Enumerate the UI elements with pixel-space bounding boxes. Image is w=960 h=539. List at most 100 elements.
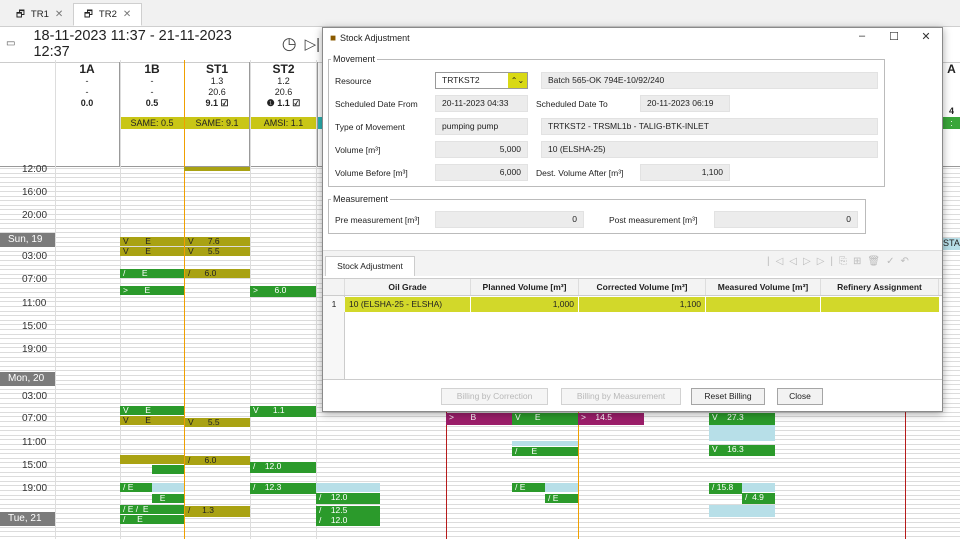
gantt-bar[interactable]: > B	[446, 413, 512, 425]
app-icon: ■	[330, 32, 337, 44]
cell-refinery[interactable]	[821, 297, 939, 312]
gantt-bar[interactable]	[316, 483, 380, 492]
gantt-bar[interactable]: / E / E	[120, 505, 184, 514]
maximize-button[interactable]: ☐	[879, 30, 909, 46]
gantt-bar[interactable]: V 5.5	[185, 418, 250, 427]
gantt-bar[interactable]: / E	[120, 269, 184, 278]
gantt-bar[interactable]	[184, 167, 250, 171]
volume-field[interactable]: 5,000	[435, 141, 528, 158]
column-header[interactable]: Refinery Assignment	[821, 279, 939, 295]
gantt-bar[interactable]	[120, 455, 184, 464]
gantt-bar[interactable]: V E	[120, 237, 184, 246]
calendar-icon[interactable]: ▭	[6, 38, 15, 49]
cell-planned[interactable]: 1,000	[471, 297, 579, 312]
billing-by-correction-button[interactable]: Billing by Correction	[441, 388, 548, 405]
gantt-bar[interactable]: V E	[120, 247, 184, 256]
sched-from-field[interactable]: 20-11-2023 04:33	[435, 95, 528, 112]
cell-grade[interactable]: 10 (ELSHA-25 - ELSHA)	[345, 297, 471, 312]
gantt-bar[interactable]: V 1.1	[250, 406, 316, 417]
vol-before-field[interactable]: 6,000	[435, 164, 528, 181]
cell-measured[interactable]	[706, 297, 821, 312]
gantt-bar[interactable]: V E	[120, 406, 184, 415]
add-icon[interactable]: ⊞	[853, 256, 867, 267]
clock-icon[interactable]: ◷	[282, 34, 297, 54]
gantt-bar[interactable]: / E	[512, 447, 578, 456]
gantt-bar[interactable]	[512, 441, 578, 446]
gantt-bar[interactable]: V 7.6	[185, 237, 250, 246]
post-measurement-field[interactable]: 0	[714, 211, 858, 228]
gantt-bar[interactable]: V E	[120, 416, 184, 425]
gantt-bar[interactable]: V 5.5	[185, 247, 250, 256]
gantt-bar[interactable]: > 14.5	[578, 413, 644, 425]
dest-after-field[interactable]: 1,100	[640, 164, 730, 181]
resource-combo[interactable]: TRTKST2 ⌃⌄	[435, 72, 528, 89]
type-field[interactable]: pumping pump	[435, 118, 528, 135]
chevron-down-icon[interactable]: ⌃⌄	[508, 73, 527, 88]
close-icon[interactable]: ✕	[123, 9, 131, 20]
toolbar-icons[interactable]: |◁◁▷▷|⎘⊞🗑✓↶	[767, 256, 915, 267]
gantt-bar[interactable]: / 12.0	[316, 493, 380, 504]
sta-bar[interactable]: STA	[943, 238, 960, 250]
column-code: ST1	[205, 62, 228, 76]
column-header[interactable]: Measured Volume [m³]	[706, 279, 821, 295]
status-badge: : 0.4	[943, 117, 960, 129]
column-1b[interactable]: 1B - - 0.5 SAME: 0.5	[120, 62, 185, 166]
column-right[interactable]: A 4 : 0.4	[943, 62, 960, 166]
gantt-bar[interactable]: / E	[512, 483, 545, 492]
gantt-bar[interactable]: / E	[545, 494, 578, 503]
sched-to-field[interactable]: 20-11-2023 06:19	[640, 95, 730, 112]
gantt-bar[interactable]: / 12.5	[316, 506, 380, 516]
field-label: Type of Movement	[335, 122, 405, 132]
cell-corrected[interactable]: 1,100	[579, 297, 706, 312]
tab-tr1[interactable]: 🗗 TR1 ✕	[6, 3, 73, 26]
first-icon[interactable]: |◁	[767, 256, 789, 267]
check-icon[interactable]: ✓	[886, 256, 900, 267]
gantt-bar[interactable]	[709, 505, 775, 517]
prev-icon[interactable]: ◁	[789, 256, 803, 267]
last-icon[interactable]: ▷|	[817, 256, 839, 267]
minimize-button[interactable]: –	[847, 30, 877, 46]
gantt-bar[interactable]: / 1.3	[185, 506, 250, 517]
gantt-bar[interactable]: / 6.0	[185, 269, 250, 278]
gantt-bar[interactable]: V 16.3	[709, 445, 775, 456]
skip-end-icon[interactable]: ▷|	[305, 35, 320, 53]
gantt-bar[interactable]: / 12.3	[250, 483, 316, 494]
copy-icon[interactable]: ⎘	[839, 256, 853, 267]
tab-stock-adjustment[interactable]: Stock Adjustment	[325, 256, 415, 276]
gantt-bar[interactable]: > E	[120, 286, 184, 295]
gantt-bar[interactable]: / 4.9	[742, 493, 775, 504]
column-st1[interactable]: ST1 1.3 20.6 9.1 ☑ SAME: 9.1	[185, 62, 250, 166]
gantt-bar[interactable]	[545, 483, 578, 492]
undo-icon[interactable]: ↶	[900, 256, 914, 267]
gantt-bar[interactable]: > 6.0	[250, 286, 316, 297]
gantt-bar[interactable]: / 12.0	[316, 516, 380, 526]
close-icon[interactable]: ✕	[55, 9, 63, 20]
gantt-bar[interactable]: V 27.3	[709, 413, 775, 425]
gantt-bar[interactable]: V E	[512, 413, 578, 425]
gantt-bar[interactable]: / 15.8	[709, 483, 742, 494]
gantt-bar[interactable]	[709, 425, 775, 441]
gantt-bar[interactable]	[152, 465, 184, 474]
close-dialog-button[interactable]: Close	[777, 388, 823, 405]
gantt-bar[interactable]: E	[152, 494, 184, 503]
delete-icon[interactable]: 🗑	[867, 256, 886, 267]
column-st2[interactable]: ST2 1.2 20.6 ❶ 1.1 ☑ AMSI: 1.1	[250, 62, 318, 166]
billing-by-measurement-button[interactable]: Billing by Measurement	[561, 388, 681, 405]
reset-billing-button[interactable]: Reset Billing	[691, 388, 765, 405]
column-header[interactable]: Oil Grade	[345, 279, 471, 295]
gantt-bar[interactable]	[152, 483, 184, 492]
gantt-bar[interactable]	[742, 483, 775, 492]
column-1a[interactable]: 1A - - 0.0	[55, 62, 120, 166]
next-icon[interactable]: ▷	[803, 256, 817, 267]
gantt-bar[interactable]: / 6.0	[185, 456, 250, 465]
hour-label: 15:00	[22, 460, 48, 471]
gantt-bar[interactable]: / E	[120, 483, 152, 492]
tab-tr2[interactable]: 🗗 TR2 ✕	[73, 3, 143, 26]
close-button[interactable]: ✕	[911, 30, 941, 46]
column-header[interactable]: Corrected Volume [m³]	[579, 279, 706, 295]
table-row[interactable]: 1 10 (ELSHA-25 - ELSHA) 1,000 1,100	[323, 297, 942, 312]
pre-measurement-field[interactable]: 0	[435, 211, 584, 228]
gantt-bar[interactable]: / 12.0	[250, 462, 316, 473]
gantt-bar[interactable]: / E	[120, 515, 184, 524]
column-header[interactable]: Planned Volume [m³]	[471, 279, 579, 295]
